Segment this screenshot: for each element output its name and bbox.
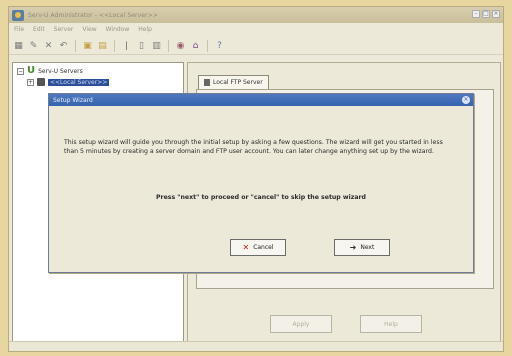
dialog-title: Setup Wizard [53,96,93,104]
menu-server[interactable]: Server [54,26,74,33]
status-bar [9,341,503,351]
expand-icon[interactable]: + [27,78,34,86]
toolbar-divider [114,39,115,52]
cancel-button[interactable]: ✕ Cancel [230,239,286,256]
grid-icon[interactable]: ▦ [13,40,24,51]
dialog-title-bar: Setup Wizard × [49,94,473,106]
close-icon[interactable]: × [462,96,470,104]
tree-item-label: <<Local Server>> [48,78,110,86]
close-icon[interactable]: × [492,10,500,18]
next-button[interactable]: ➜ Next [334,239,390,256]
menu-edit[interactable]: Edit [33,26,45,33]
dialog-message: This setup wizard will guide you through… [64,139,443,155]
window-controls: – □ × [472,10,500,18]
undo-icon[interactable]: ↶ [58,40,69,51]
help-button[interactable]: Help [360,315,422,333]
toolbar: ▦ ✎ ✕ ↶ ▣ ▤ ǀ ▯ ▥ ◉ ⌂ ? [9,37,503,55]
title-bar: Serv-U Administrator - <<Local Server>> … [9,7,503,23]
paste-icon[interactable]: ▤ [97,40,108,51]
menu-window[interactable]: Window [106,26,130,33]
menu-help[interactable]: Help [138,26,152,33]
tab-label: Local FTP Server [213,79,263,86]
globe-icon[interactable]: ◉ [175,40,186,51]
tree-item-local-server[interactable]: + <<Local Server>> [27,78,110,86]
window-title: Serv-U Administrator - <<Local Server>> [28,11,158,19]
server-icon [37,78,45,86]
maximize-icon[interactable]: □ [482,10,490,18]
copy-icon[interactable]: ▣ [82,40,93,51]
toolbar-divider [168,39,169,52]
tab-local-ftp-server[interactable]: Local FTP Server [198,75,269,89]
server-icon [204,79,210,86]
tree-item-label: Serv-U Servers [38,67,83,75]
pin-icon[interactable]: ✎ [28,40,39,51]
cut-icon[interactable]: ✕ [43,40,54,51]
app-icon [12,9,24,21]
menu-bar: File Edit Server View Window Help [9,23,503,35]
toolbar-divider [75,39,76,52]
home-icon[interactable]: ⌂ [190,40,201,51]
dialog-prompt: Press "next" to proceed or "cancel" to s… [156,194,366,201]
minimize-icon[interactable]: – [472,10,480,18]
screenshot-frame: Serv-U Administrator - <<Local Server>> … [0,0,512,356]
apply-button[interactable]: Apply [270,315,332,333]
next-label: Next [360,244,375,251]
menu-view[interactable]: View [82,26,96,33]
cancel-x-icon: ✕ [242,243,250,252]
trash-icon[interactable]: ▥ [151,40,162,51]
page-icon[interactable]: ▯ [136,40,147,51]
help-icon[interactable]: ? [214,40,225,51]
info-icon[interactable]: ǀ [121,40,132,51]
collapse-icon[interactable]: − [17,67,24,75]
arrow-right-icon: ➜ [349,243,357,252]
toolbar-divider [207,39,208,52]
setup-wizard-dialog: Setup Wizard × This setup wizard will gu… [48,93,474,273]
cancel-label: Cancel [253,244,274,251]
tree-item-servers[interactable]: − U Serv-U Servers [17,65,83,76]
serv-u-icon: U [27,65,36,76]
menu-file[interactable]: File [14,26,24,33]
